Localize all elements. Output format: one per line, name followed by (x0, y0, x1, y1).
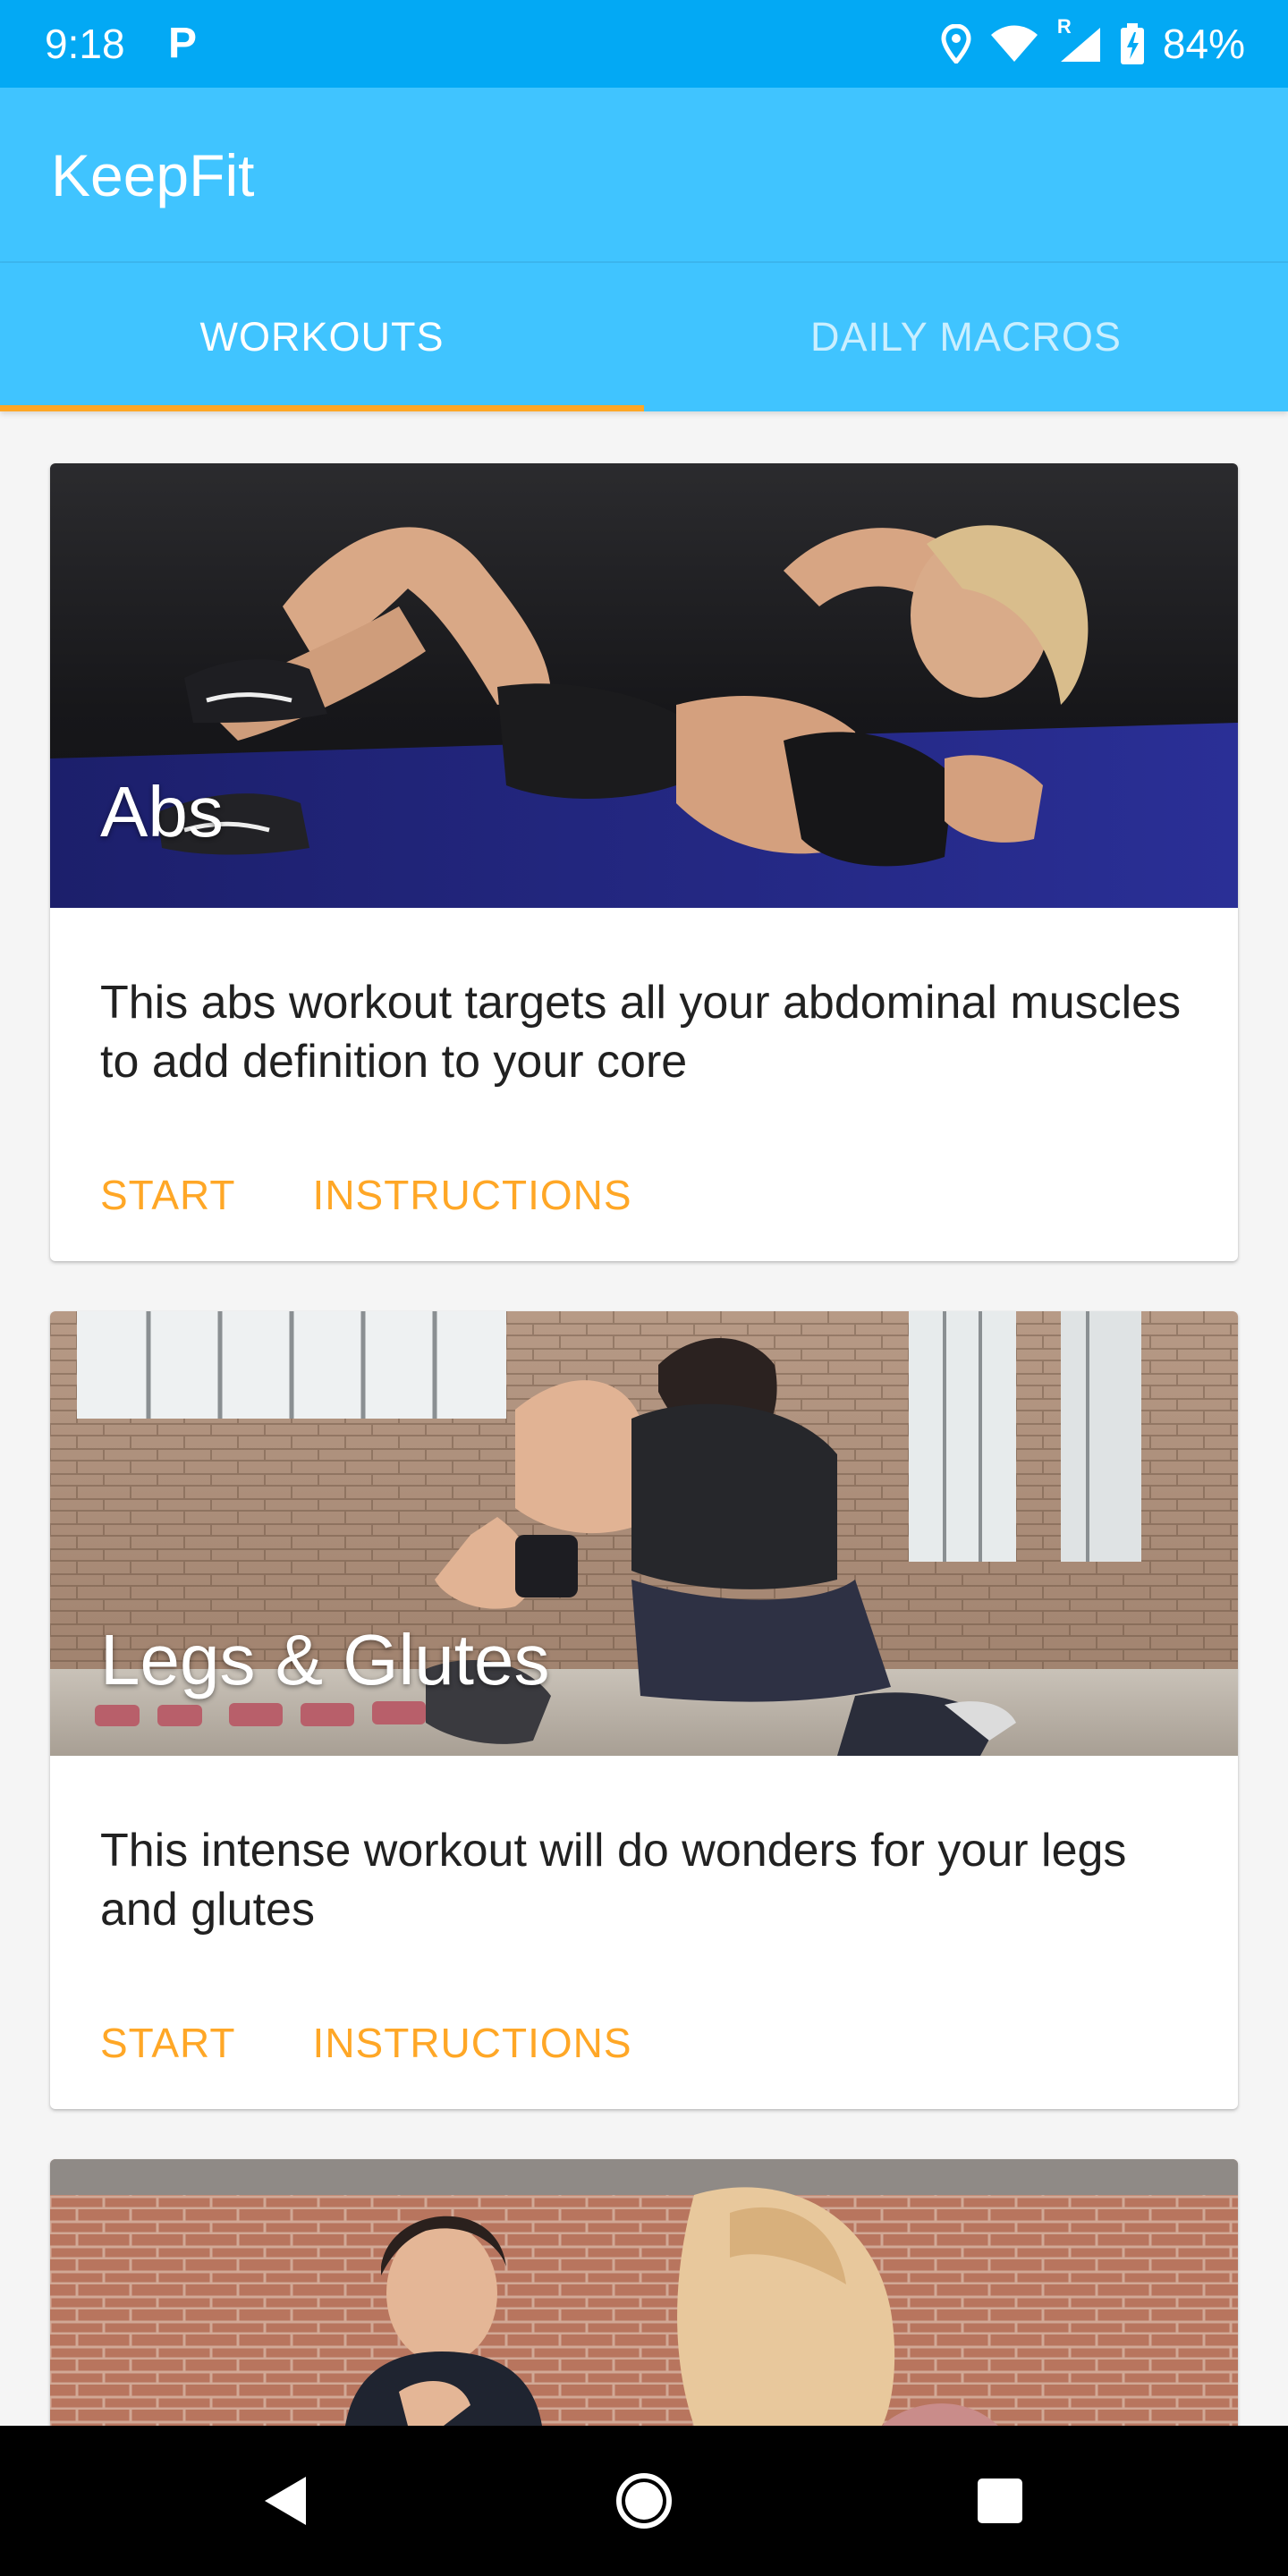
start-button-abs[interactable]: START (100, 1170, 236, 1220)
home-icon (616, 2473, 672, 2529)
instructions-button-abs[interactable]: INSTRUCTIONS (313, 1170, 632, 1220)
cell-signal-icon: R (1057, 15, 1102, 64)
instructions-button-legs-glutes[interactable]: INSTRUCTIONS (313, 2018, 632, 2068)
workout-actions-abs: START INSTRUCTIONS (100, 1170, 632, 1220)
workout-card-3 (50, 2159, 1238, 2426)
workout-image-3[interactable] (50, 2159, 1238, 2426)
system-nav-bar (0, 2426, 1288, 2576)
back-icon (265, 2477, 306, 2525)
status-bar: 9:18 P R 84% (0, 0, 1288, 88)
app-title: KeepFit (51, 142, 255, 208)
workout-description-abs: This abs workout targets all your abdomi… (100, 977, 1182, 1088)
workout-description-legs-glutes: This intense workout will do wonders for… (100, 1825, 1127, 1936)
workout-actions-legs-glutes: START INSTRUCTIONS (100, 2018, 632, 2068)
status-icons: R 84% (941, 15, 1245, 68)
tab-bar: WORKOUTS DAILY MACROS (0, 263, 1288, 411)
workout-title-abs: Abs (100, 772, 224, 852)
recents-button[interactable] (928, 2426, 1072, 2576)
recents-icon (978, 2479, 1022, 2523)
start-button-legs-glutes[interactable]: START (100, 2018, 236, 2068)
roaming-indicator: R (1056, 15, 1072, 38)
tab-workouts[interactable]: WORKOUTS (0, 263, 644, 411)
location-icon (941, 24, 971, 64)
tab-daily-macros[interactable]: DAILY MACROS (644, 263, 1288, 411)
battery-percent: 84% (1162, 21, 1245, 67)
workout-image-legs-glutes[interactable]: Legs & Glutes (50, 1311, 1238, 1756)
app-bar: KeepFit (0, 88, 1288, 263)
workout-title-legs-glutes: Legs & Glutes (100, 1620, 550, 1699)
back-button[interactable] (213, 2426, 356, 2576)
tab-workouts-label: WORKOUTS (199, 314, 445, 360)
workout-card-legs-glutes: Legs & Glutes This intense workout will … (50, 1311, 1238, 2109)
workout-card-abs: Abs This abs workout targets all your ab… (50, 463, 1238, 1261)
tab-indicator (0, 405, 644, 411)
parking-app-notification-icon: P (168, 20, 198, 67)
tab-daily-macros-label: DAILY MACROS (810, 314, 1122, 360)
workout-image-abs[interactable]: Abs (50, 463, 1238, 908)
abs-photo (50, 463, 1238, 908)
group-workout-photo (50, 2159, 1238, 2426)
wifi-icon (989, 24, 1039, 64)
status-time: 9:18 (45, 21, 125, 67)
battery-charging-icon (1120, 23, 1145, 64)
home-button[interactable] (572, 2426, 716, 2576)
